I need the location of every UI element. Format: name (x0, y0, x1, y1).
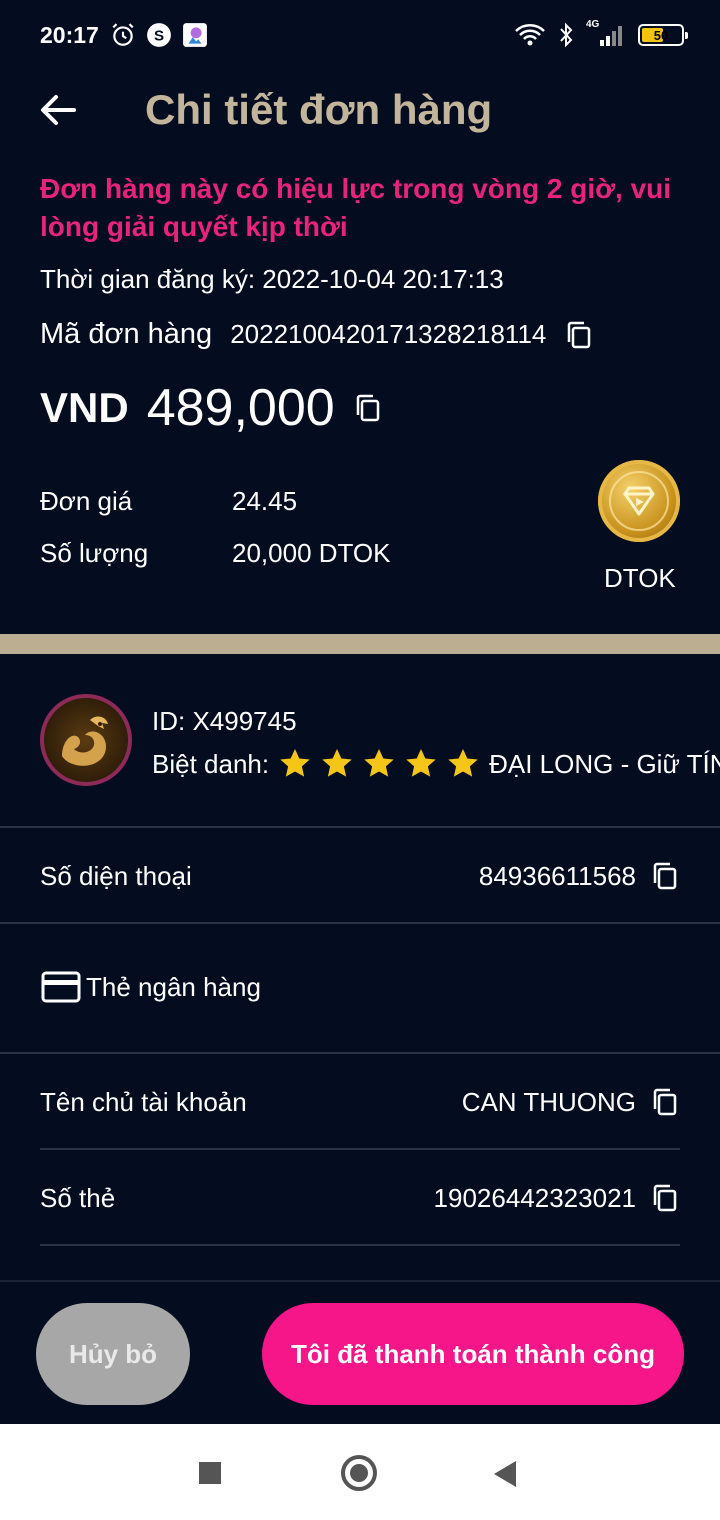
unit-price: 24.45 (232, 486, 298, 516)
phone-label: Số diện thoại (40, 860, 192, 891)
credit-card-icon (41, 971, 81, 1003)
divider (0, 1052, 720, 1054)
bank-card-label: Thẻ ngân hàng (86, 971, 261, 1002)
copy-icon[interactable] (353, 393, 383, 423)
divider (0, 922, 720, 924)
status-bar: 20:17 S 4G 50 (0, 0, 720, 70)
star-icon (322, 749, 352, 777)
star-icon (448, 749, 478, 777)
battery-icon: 50 (638, 24, 688, 46)
card-number: 19026442323021 (433, 1182, 636, 1213)
copy-icon[interactable] (564, 320, 594, 350)
card-number-row: Số thẻ 19026442323021 (40, 1178, 680, 1218)
order-number-label: Mã đơn hàng (40, 318, 213, 350)
bluetooth-icon (560, 22, 573, 48)
dtok-coin-icon (598, 460, 680, 542)
wifi-icon (515, 24, 545, 46)
s-app-icon: S (147, 23, 171, 47)
registration-time: Thời gian đăng ký: 2022-10-04 20:17:13 (40, 264, 504, 294)
seller-nickname: ĐẠI LONG - Giữ TÍN (489, 748, 720, 779)
currency: VND (40, 384, 129, 431)
divider (0, 826, 720, 828)
section-divider (0, 634, 720, 654)
rating-stars (277, 746, 481, 782)
amount-row: VND 489,000 (40, 378, 383, 438)
unit-price-label: Đơn giá (40, 486, 133, 516)
copy-icon[interactable] (650, 861, 680, 891)
payment-confirm-button[interactable]: Tôi đã thanh toán thành công (262, 1303, 684, 1405)
action-bar: Hủy bỏ Tôi đã thanh toán thành công (0, 1280, 720, 1424)
phone-number: 84936611568 (478, 860, 636, 891)
bank-card-header: Thẻ ngân hàng (40, 970, 261, 1004)
card-number-label: Số thẻ (40, 1182, 116, 1213)
status-right-group: 4G 50 (514, 19, 688, 50)
quantity: 20,000 DTOK (232, 538, 391, 568)
page-title: Chi tiết đơn hàng (145, 86, 493, 133)
arrow-left-icon[interactable] (36, 88, 80, 132)
account-holder: CAN THUONG (461, 1086, 636, 1117)
recent-apps-icon[interactable] (199, 1462, 221, 1484)
token-name: DTOK (604, 563, 676, 593)
quantity-label: Số lượng (40, 538, 149, 568)
divider (40, 1148, 680, 1150)
copy-icon[interactable] (650, 1183, 680, 1213)
star-icon (364, 749, 394, 777)
nickname-label: Biệt danh: (152, 748, 270, 779)
divider (40, 1244, 680, 1246)
alarm-icon (112, 23, 134, 46)
home-icon[interactable] (341, 1455, 377, 1491)
app-notification-icon (183, 23, 207, 47)
quantity-row: Số lượng 20,000 DTOK (40, 538, 391, 569)
star-icon (280, 749, 310, 777)
status-time: 20:17 (40, 22, 99, 48)
account-holder-row: Tên chủ tài khoản CAN THUONG (40, 1082, 680, 1122)
svg-text:S: S (154, 27, 164, 44)
avatar (40, 694, 132, 786)
back-triangle-icon[interactable] (494, 1461, 516, 1487)
signal-icon: 4G (586, 19, 626, 48)
copy-icon[interactable] (650, 1087, 680, 1117)
unit-price-row: Đơn giá 24.45 (40, 486, 297, 517)
seller-id: ID: X499745 (152, 706, 297, 736)
phone-row: Số diện thoại 84936611568 (40, 856, 680, 896)
account-holder-label: Tên chủ tài khoản (40, 1086, 247, 1117)
order-number-row: Mã đơn hàng 20221004201713282181​14 (40, 318, 594, 351)
cancel-button[interactable]: Hủy bỏ (36, 1303, 190, 1405)
battery-level: 50 (653, 27, 669, 43)
validity-notice: Đơn hàng này có hiệu lực trong vòng 2 gi… (40, 173, 672, 242)
system-nav-bar (0, 1424, 720, 1520)
seller-nickname-row: Biệt danh: ĐẠI LONG - Giữ TÍN (152, 746, 720, 782)
star-icon (406, 749, 436, 777)
order-number: 20221004201713282181​14 (230, 319, 547, 349)
order-amount: 489,000 (146, 379, 335, 437)
